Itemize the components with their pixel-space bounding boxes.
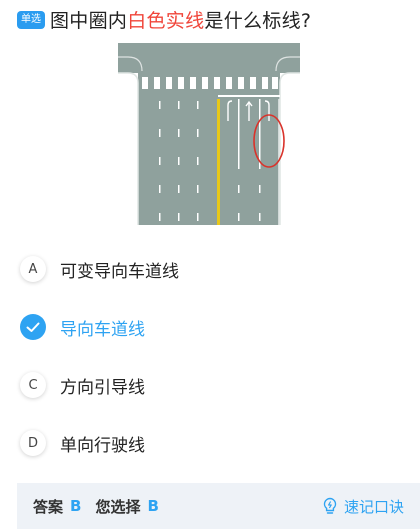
option-c[interactable]: C 方向引导线 bbox=[20, 368, 400, 402]
option-a[interactable]: A 可变导向车道线 bbox=[20, 252, 400, 286]
option-a-letter: A bbox=[20, 256, 46, 282]
answer-value: B bbox=[70, 497, 82, 515]
option-d-label: 单向行驶线 bbox=[60, 435, 145, 456]
question-text-highlight: 白色实线 bbox=[127, 10, 205, 32]
check-icon bbox=[20, 314, 46, 340]
option-c-label: 方向引导线 bbox=[60, 377, 145, 398]
your-choice-label: 您选择 bbox=[95, 497, 141, 516]
option-b-label: 导向车道线 bbox=[60, 319, 145, 340]
question-text-after: 是什么标线? bbox=[204, 10, 312, 32]
your-choice-value: B bbox=[147, 497, 159, 515]
question-text-before: 图中圈内 bbox=[50, 10, 128, 32]
option-b[interactable]: 导向车道线 bbox=[20, 310, 400, 344]
answer-label: 答案 bbox=[33, 497, 64, 516]
option-c-letter: C bbox=[20, 372, 46, 398]
answer-bar: 答案 B 您选择 B 速记口诀 bbox=[17, 483, 420, 529]
option-a-label: 可变导向车道线 bbox=[60, 261, 179, 282]
lightbulb-icon bbox=[323, 497, 337, 514]
mnemonic-button[interactable]: 速记口诀 bbox=[322, 483, 404, 529]
option-d-letter: D bbox=[20, 430, 46, 456]
mnemonic-label: 速记口诀 bbox=[343, 497, 404, 516]
road-marking-figure bbox=[118, 43, 300, 225]
question-type-badge: 单选 bbox=[17, 10, 45, 29]
question-header: 单选 图中圈内白色实线是什么标线? bbox=[17, 6, 413, 33]
question-text: 图中圈内白色实线是什么标线? bbox=[50, 6, 311, 33]
option-d[interactable]: D 单向行驶线 bbox=[20, 426, 400, 460]
